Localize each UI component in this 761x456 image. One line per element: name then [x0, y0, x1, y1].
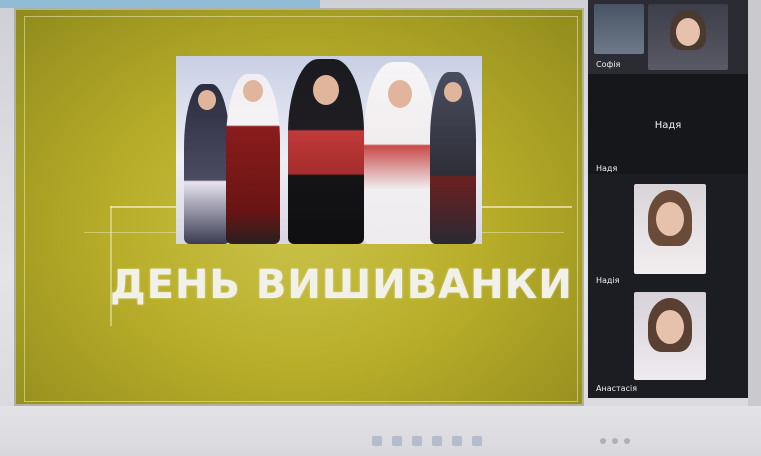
participant-name: Надя: [596, 164, 618, 173]
costume-figure: [430, 72, 476, 244]
participant-tile[interactable]: Софія: [588, 0, 748, 74]
slide-photo-traditional-costumes: [176, 56, 482, 244]
participant-tile[interactable]: Анастасія: [588, 288, 748, 398]
start-icon[interactable]: [372, 436, 382, 446]
costume-figure: [184, 84, 230, 244]
slide-title-container: ДЕНЬ ВИШИВАНКИ: [110, 262, 572, 308]
participants-panel: Софія Надя Надя Надія Анастасія: [588, 0, 748, 398]
costume-figure: [364, 62, 436, 244]
browser-icon[interactable]: [412, 436, 422, 446]
taskbar: [0, 406, 761, 456]
participant-name: Надія: [596, 276, 620, 285]
participant-background: [594, 4, 644, 54]
costume-figure: [226, 74, 280, 244]
participant-name: Анастасія: [596, 384, 637, 393]
meeting-icon[interactable]: [452, 436, 462, 446]
window-top-strip: [0, 0, 320, 8]
system-tray: [600, 438, 630, 444]
participant-video: [634, 184, 706, 274]
participant-name-center: Надя: [654, 120, 682, 131]
folder-icon[interactable]: [432, 436, 442, 446]
slide-title: ДЕНЬ ВИШИВАНКИ: [110, 262, 573, 308]
costume-figure: [288, 59, 364, 244]
taskbar-icons: [372, 436, 482, 448]
screen-edge: [748, 0, 761, 456]
volume-icon[interactable]: [612, 438, 618, 444]
mail-icon[interactable]: [472, 436, 482, 446]
participant-tile[interactable]: Надія: [588, 176, 748, 286]
battery-icon[interactable]: [624, 438, 630, 444]
network-icon[interactable]: [600, 438, 606, 444]
participant-name: Софія: [596, 60, 621, 69]
participant-tile[interactable]: Надя Надя: [588, 74, 748, 174]
participant-video: [634, 292, 706, 380]
search-icon[interactable]: [392, 436, 402, 446]
participant-video: [648, 4, 728, 70]
